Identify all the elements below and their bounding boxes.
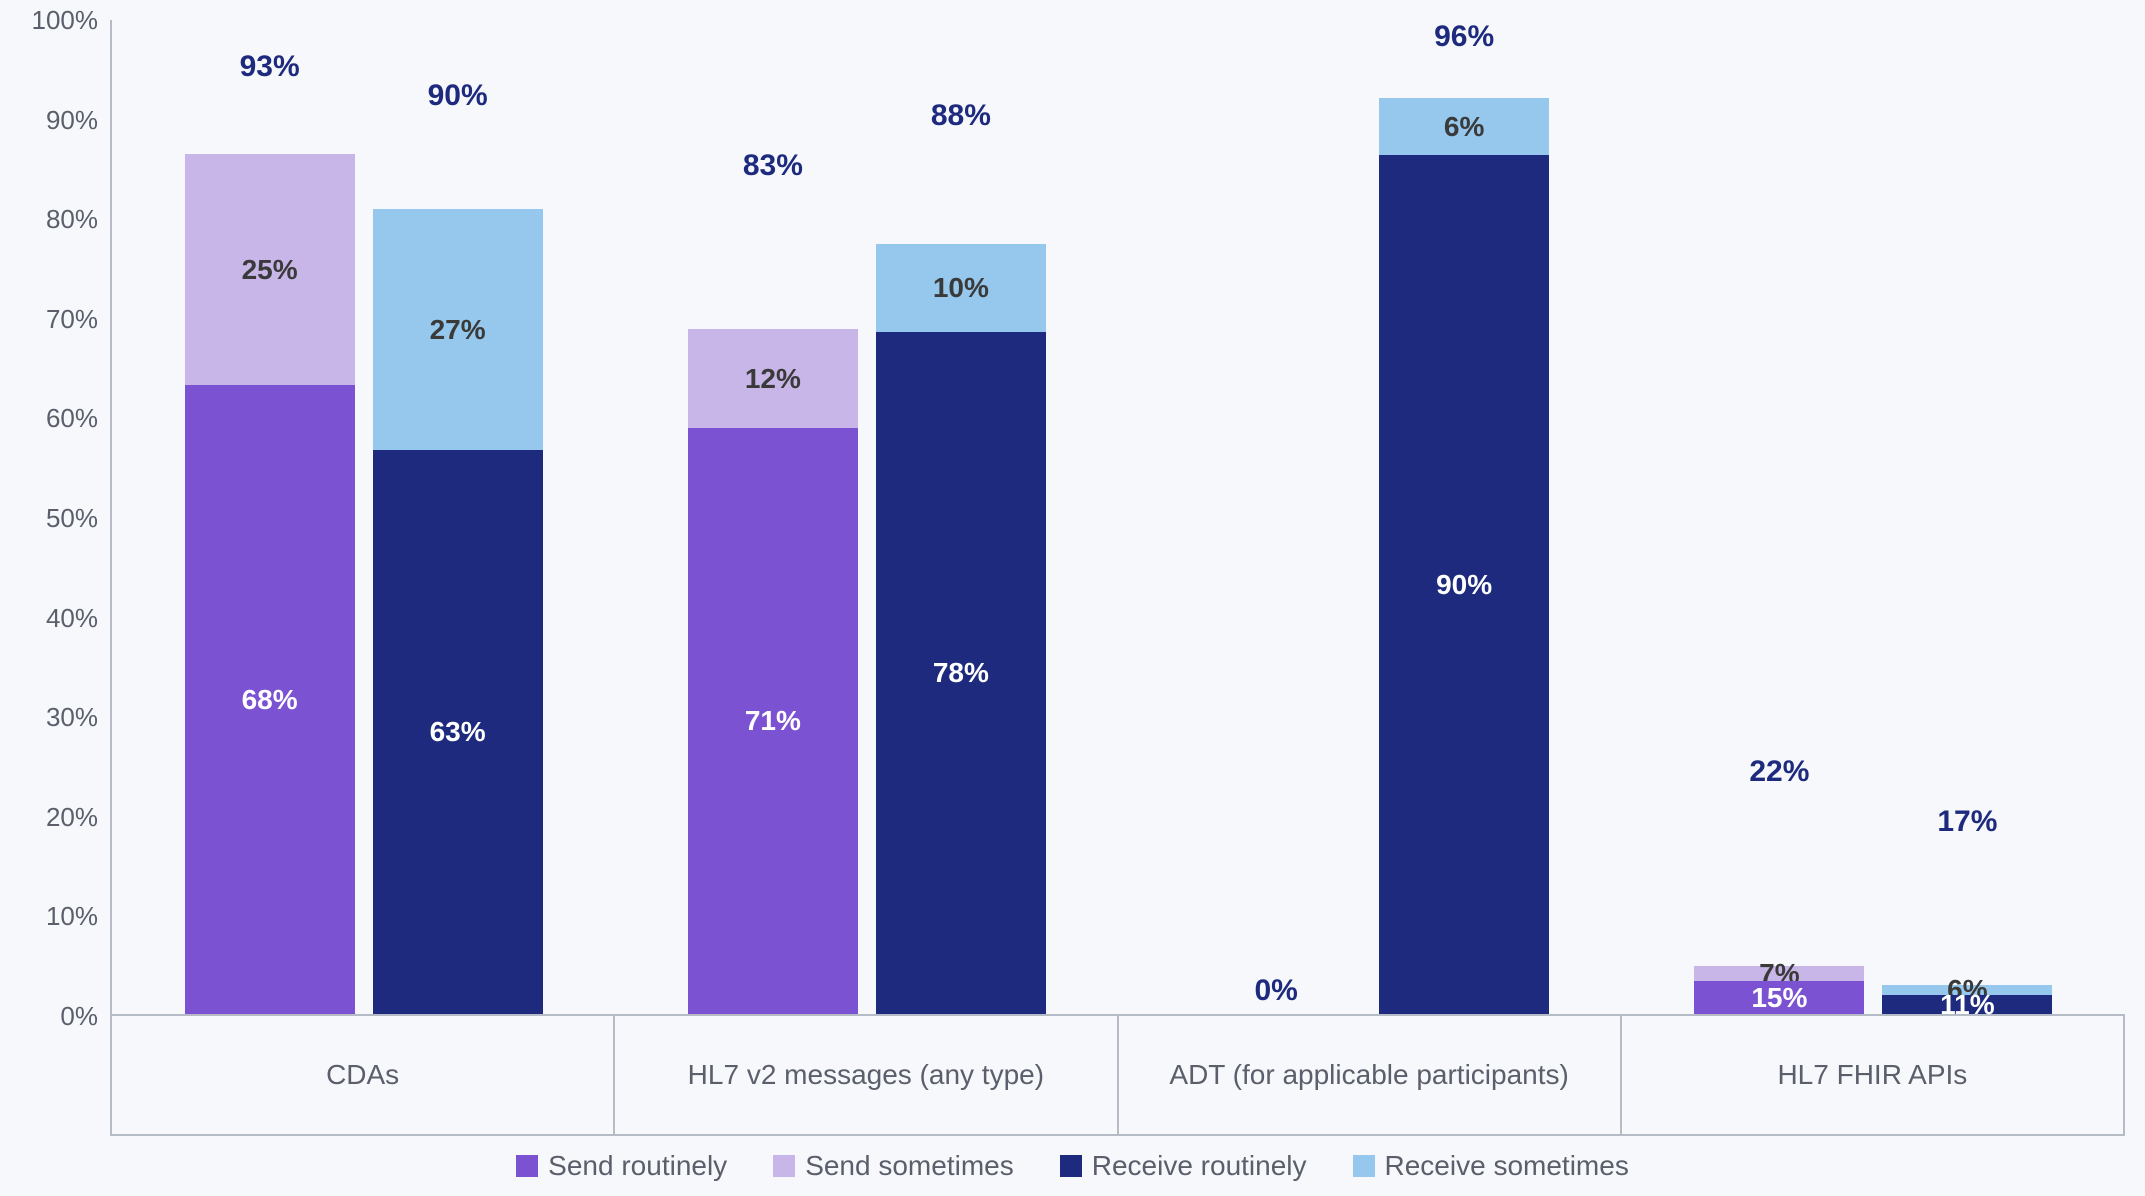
bar-segment: 63% [373, 450, 543, 1014]
bar-stack: 78%10% [876, 139, 1046, 1014]
legend-item: Send routinely [516, 1150, 727, 1182]
send-bar: 22% 15%7% [1694, 20, 1864, 1014]
x-axis-label: ADT (for applicable participants) [1117, 1016, 1620, 1136]
legend-item: Send sometimes [773, 1150, 1014, 1182]
receive-bar: 88% 78%10% [876, 20, 1046, 1014]
y-axis: 100%90%80%70%60%50%40%30%20%10%0% [20, 20, 110, 1016]
receive-bar: 17% 11%6% [1882, 20, 2052, 1014]
bar-segment: 78% [876, 332, 1046, 1014]
bar-segment: 27% [373, 209, 543, 451]
bar-segment: 7% [1694, 966, 1864, 981]
bar-total-label: 88% [876, 99, 1046, 133]
legend-swatch [1353, 1155, 1375, 1177]
plot-area: 93% 68%25% 90% 63%27% 83% 71%12% 88% 78%10% 0% 96… [110, 20, 2125, 1016]
bar-stack: 11%6% [1882, 845, 2052, 1014]
legend-label: Send routinely [548, 1150, 727, 1182]
category-group: 93% 68%25% 90% 63%27% [112, 20, 615, 1014]
bar-stack: 15%7% [1694, 795, 1864, 1014]
legend-swatch [516, 1155, 538, 1177]
plot-row: 100%90%80%70%60%50%40%30%20%10%0% 93% 68%… [20, 20, 2125, 1016]
bar-groups: 93% 68%25% 90% 63%27% 83% 71%12% 88% 78%10% 0% 96… [112, 20, 2125, 1014]
bar-segment: 6% [1379, 98, 1549, 155]
category-group: 0% 96% 90%6% [1119, 20, 1622, 1014]
bar-stack: 68%25% [185, 90, 355, 1014]
bar-total-label: 90% [373, 79, 543, 113]
bar-total-label: 17% [1882, 805, 2052, 839]
legend-label: Send sometimes [805, 1150, 1014, 1182]
bar-stack: 71%12% [688, 189, 858, 1014]
bar-segment: 68% [185, 385, 355, 1014]
bar-segment: 12% [688, 329, 858, 428]
send-bar: 83% 71%12% [688, 20, 858, 1014]
legend-label: Receive sometimes [1385, 1150, 1629, 1182]
x-axis-spacer [20, 1016, 110, 1136]
category-group: 83% 71%12% 88% 78%10% [615, 20, 1118, 1014]
legend-swatch [1060, 1155, 1082, 1177]
bar-total-label: 96% [1379, 20, 1549, 54]
stacked-bar-chart: 100%90%80%70%60%50%40%30%20%10%0% 93% 68%… [20, 20, 2125, 1186]
receive-bar: 96% 90%6% [1379, 20, 1549, 1014]
legend: Send routinely Send sometimes Receive rout… [20, 1136, 2125, 1186]
send-bar: 93% 68%25% [185, 20, 355, 1014]
category-group: 22% 15%7% 17% 11%6% [1622, 20, 2125, 1014]
legend-label: Receive routinely [1092, 1150, 1307, 1182]
bar-total-label: 93% [185, 50, 355, 84]
bar-segment: 11% [1882, 995, 2052, 1014]
bar-segment: 25% [185, 154, 355, 385]
bar-segment: 15% [1694, 981, 1864, 1014]
bar-total-label: 0% [1191, 974, 1361, 1008]
x-axis-label: HL7 v2 messages (any type) [613, 1016, 1116, 1136]
x-axis-row: CDAsHL7 v2 messages (any type)ADT (for a… [20, 1016, 2125, 1136]
bar-segment: 10% [876, 244, 1046, 331]
bar-total-label: 83% [688, 149, 858, 183]
send-bar: 0% [1191, 20, 1361, 1014]
bar-segment: 90% [1379, 155, 1549, 1014]
legend-item: Receive sometimes [1353, 1150, 1629, 1182]
bar-stack: 90%6% [1379, 60, 1549, 1014]
x-axis-label: CDAs [110, 1016, 613, 1136]
x-axis-labels: CDAsHL7 v2 messages (any type)ADT (for a… [110, 1016, 2125, 1136]
legend-swatch [773, 1155, 795, 1177]
legend-item: Receive routinely [1060, 1150, 1307, 1182]
receive-bar: 90% 63%27% [373, 20, 543, 1014]
bar-total-label: 22% [1694, 755, 1864, 789]
x-axis-label: HL7 FHIR APIs [1620, 1016, 2125, 1136]
bar-stack: 63%27% [373, 119, 543, 1014]
bar-segment: 71% [688, 428, 858, 1014]
